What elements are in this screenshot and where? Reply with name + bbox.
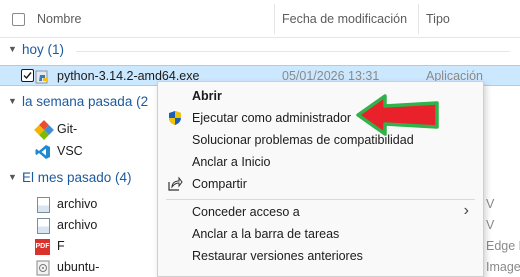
column-header-bar: Nombre Fecha de modificación Tipo [0,0,520,38]
file-name: archivo [57,218,98,232]
python-installer-icon [35,69,51,85]
file-name: archivo [57,197,98,211]
file-name: VSC [57,144,83,158]
group-label: hoy (1) [22,42,65,57]
file-name: ubuntu- [57,260,100,274]
menu-item-pin-to-start[interactable]: Anclar a Inicio [158,151,483,173]
menu-item-label: Abrir [192,89,222,103]
menu-item-give-access-to[interactable]: Conceder acceso a › [158,201,483,223]
column-type[interactable]: Tipo [426,12,450,26]
annotation-arrow-icon [356,94,439,136]
menu-item-label: Anclar a la barra de tareas [192,227,340,241]
vscode-icon [35,144,51,160]
group-divider [76,51,510,52]
chevron-down-icon: ▼ [8,172,17,182]
chevron-right-icon: › [463,202,469,219]
menu-item-label: Ejecutar como administrador [192,111,352,125]
document-icon [37,218,50,234]
file-type-partial: V [486,197,495,211]
group-header-last-month[interactable]: ▼ El mes pasado (4) [8,170,132,190]
uac-shield-icon [167,110,183,126]
select-all-checkbox[interactable] [12,13,25,26]
group-header-last-week[interactable]: ▼ la semana pasada (2 [8,94,148,114]
menu-separator [166,199,475,200]
menu-item-label: Compartir [192,177,247,191]
file-name: F [57,239,65,253]
share-icon [167,176,183,192]
chevron-down-icon: ▼ [8,96,17,106]
chevron-down-icon: ▼ [8,44,17,54]
disc-image-icon [35,260,51,276]
column-name[interactable]: Nombre [37,12,81,26]
checkmark-icon [23,72,32,80]
menu-item-pin-to-taskbar[interactable]: Anclar a la barra de tareas [158,223,483,245]
file-type-partial: V [486,218,495,232]
menu-item-label: Anclar a Inicio [192,155,271,169]
git-icon [34,120,54,140]
menu-item-share[interactable]: Compartir [158,173,483,195]
file-explorer: Nombre Fecha de modificación Tipo ▼ hoy (… [0,0,520,277]
row-checkbox[interactable] [21,69,34,82]
menu-item-restore-previous-versions[interactable]: Restaurar versiones anteriores [158,245,483,267]
group-label: El mes pasado (4) [22,170,132,185]
group-header-today[interactable]: ▼ hoy (1) [8,42,64,62]
group-label: la semana pasada (2 [22,94,149,109]
column-divider[interactable] [418,4,419,34]
file-type-partial: Edge P [486,239,520,253]
document-icon [37,197,50,213]
column-divider[interactable] [274,4,275,34]
menu-item-label: Conceder acceso a [192,205,300,219]
file-type-partial: Image [486,260,520,274]
pdf-icon: PDF [35,239,50,255]
file-name: Git- [57,122,78,136]
column-date-modified[interactable]: Fecha de modificación [282,12,407,26]
menu-item-label: Restaurar versiones anteriores [192,249,363,263]
